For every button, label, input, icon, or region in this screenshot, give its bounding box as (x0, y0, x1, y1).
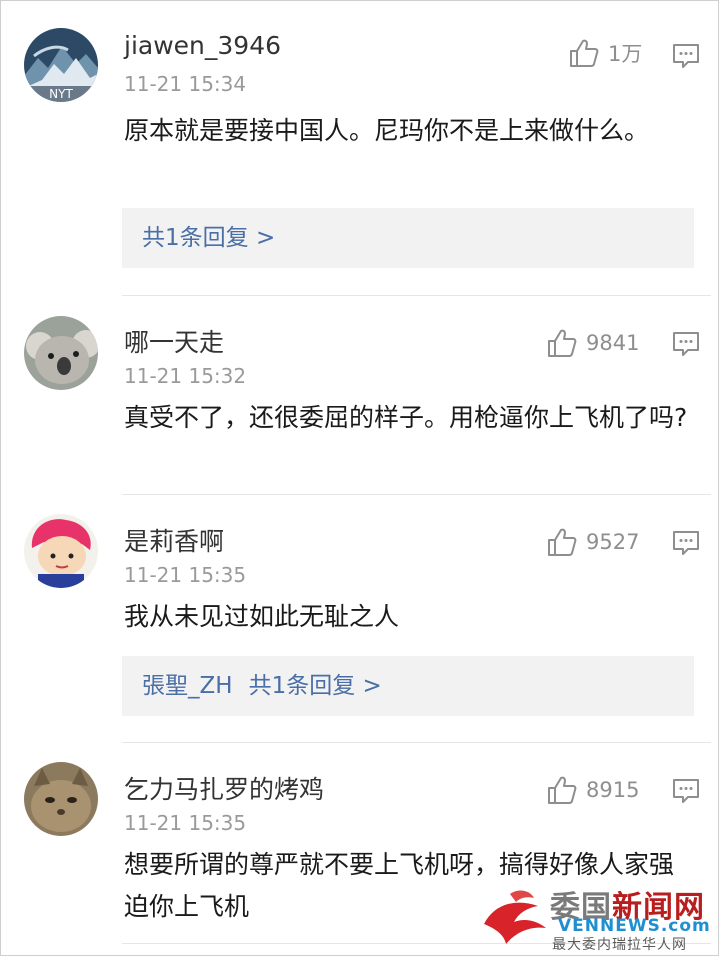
like-count: 1万 (608, 42, 643, 66)
reply-preview[interactable]: 共1条回复 > (122, 208, 694, 268)
like-count: 9841 (586, 331, 640, 355)
timestamp: 11-21 15:34 (124, 72, 247, 96)
username[interactable]: 哪一天走 (124, 323, 224, 359)
reply-button[interactable] (672, 42, 700, 70)
like-button[interactable]: 9841 (546, 327, 639, 359)
comment-text: 真受不了，还很委屈的样子。用枪逼你上飞机了吗? (124, 403, 688, 432)
reply-button[interactable] (672, 330, 700, 358)
like-button[interactable]: 8915 (546, 774, 639, 806)
comment-item: NYT jiawen_3946 11-21 15:34 1万 原本就是要接中国人… (0, 0, 719, 296)
reply-summary-link[interactable]: 張聖_ZH 共1条回复 > (142, 656, 382, 716)
username[interactable]: jiawen_3946 (124, 31, 281, 60)
reply-summary: 共1条回复 > (248, 673, 382, 699)
comment-bubble-icon (673, 531, 699, 555)
thumbs-up-icon (570, 39, 599, 67)
like-button[interactable]: 1万 (568, 37, 642, 69)
timestamp: 11-21 15:35 (124, 563, 247, 587)
reply-button[interactable] (672, 777, 700, 805)
reply-summary-link[interactable]: 共1条回复 > (142, 208, 275, 268)
reply-button[interactable] (672, 529, 700, 557)
username[interactable]: 乞力马扎罗的烤鸡 (124, 770, 324, 806)
reply-preview[interactable]: 張聖_ZH 共1条回复 > (122, 656, 694, 716)
timestamp: 11-21 15:32 (124, 364, 247, 388)
like-count: 8915 (586, 778, 640, 802)
cartoon-boy-avatar-icon (24, 514, 98, 588)
reply-summary: 共1条回复 > (142, 225, 276, 251)
avatar[interactable]: NYT (24, 28, 98, 102)
comment-text: 我从未见过如此无耻之人 (124, 602, 400, 631)
comment-text: 原本就是要接中国人。尼玛你不是上来做什么。 (124, 116, 650, 145)
thumbs-up-icon (548, 329, 577, 357)
svg-text:NYT: NYT (49, 87, 73, 101)
watermark-url: VENNEWS.com (558, 916, 711, 936)
comment-item: 哪一天走 11-21 15:32 9841 真受不了，还很委屈的样子。用枪逼你上… (0, 296, 719, 494)
blue-landscape-avatar-icon: NYT (24, 28, 98, 102)
comment-bubble-icon (673, 779, 699, 803)
timestamp: 11-21 15:35 (124, 811, 247, 835)
avatar[interactable] (24, 514, 98, 588)
username[interactable]: 是莉香啊 (124, 522, 224, 558)
thumbs-up-icon (548, 776, 577, 804)
cat-avatar-icon (24, 762, 98, 836)
reply-author[interactable]: 張聖_ZH (142, 673, 233, 699)
like-button[interactable]: 9527 (546, 526, 639, 558)
watermark-logo-icon (484, 890, 546, 944)
comment-bubble-icon (673, 44, 699, 68)
like-count: 9527 (586, 530, 640, 554)
koala-avatar-icon (24, 316, 98, 390)
watermark-tagline: 最大委内瑞拉华人网 (552, 937, 687, 953)
watermark: 委国新闻网 VENNEWS.com 最大委内瑞拉华人网 (480, 882, 716, 954)
comment-bubble-icon (673, 332, 699, 356)
comment-item: 是莉香啊 11-21 15:35 9527 我从未见过如此无耻之人 張聖_ZH 共… (0, 495, 719, 743)
avatar[interactable] (24, 316, 98, 390)
avatar[interactable] (24, 762, 98, 836)
thumbs-up-icon (548, 528, 577, 556)
